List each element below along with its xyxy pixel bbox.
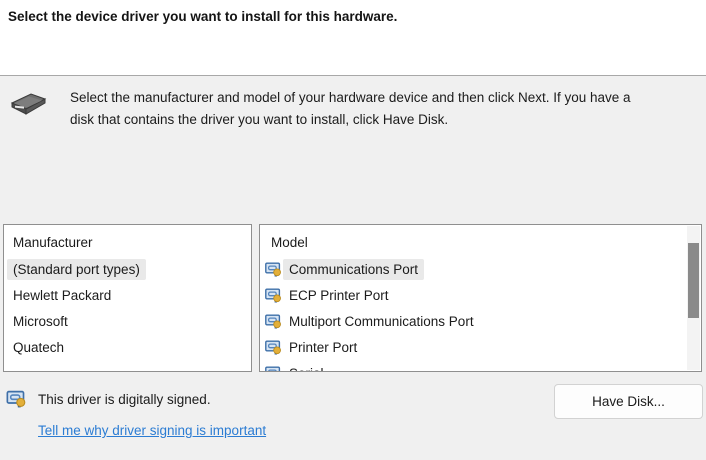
have-disk-button[interactable]: Have Disk... — [554, 384, 703, 419]
driver-signing-info-link[interactable]: Tell me why driver signing is important — [38, 423, 266, 438]
driver-certificate-icon — [265, 261, 282, 277]
model-list-header: Model — [271, 235, 308, 250]
manufacturer-list-header: Manufacturer — [13, 235, 93, 250]
manufacturer-item-quatech[interactable]: Quatech — [4, 334, 251, 360]
model-item-multiport-communications-port[interactable]: Multiport Communications Port — [260, 308, 701, 334]
driver-certificate-icon — [265, 313, 282, 329]
page-header: Select the device driver you want to ins… — [0, 0, 706, 76]
driver-certificate-icon — [265, 339, 282, 355]
model-item-serial[interactable]: Serial — [260, 360, 701, 372]
manufacturer-item-standard-port-types[interactable]: (Standard port types) — [4, 256, 251, 282]
driver-certificate-icon — [265, 365, 282, 372]
device-driver-wizard-page: Select the device driver you want to ins… — [0, 0, 706, 460]
manufacturer-listbox[interactable]: Manufacturer (Standard port types) Hewle… — [3, 224, 252, 372]
driver-certificate-icon — [265, 287, 282, 303]
manufacturer-item-microsoft[interactable]: Microsoft — [4, 308, 251, 334]
model-item-printer-port[interactable]: Printer Port — [260, 334, 701, 360]
model-listbox[interactable]: Model Communications Port ECP Printer Po… — [259, 224, 702, 372]
driver-signed-text: This driver is digitally signed. — [38, 392, 211, 407]
scrollbar-thumb[interactable] — [688, 243, 699, 318]
page-title: Select the device driver you want to ins… — [8, 9, 398, 24]
model-item-ecp-printer-port[interactable]: ECP Printer Port — [260, 282, 701, 308]
manufacturer-item-hewlett-packard[interactable]: Hewlett Packard — [4, 282, 251, 308]
intro-text: Select the manufacturer and model of you… — [70, 87, 670, 131]
driver-certificate-icon — [6, 389, 27, 408]
model-item-communications-port[interactable]: Communications Port — [260, 256, 701, 282]
intro-line-2: disk that contains the driver you want t… — [70, 112, 449, 127]
intro-line-1: Select the manufacturer and model of you… — [70, 90, 631, 105]
hardware-device-icon — [9, 89, 47, 121]
model-list-scrollbar[interactable] — [687, 226, 700, 370]
